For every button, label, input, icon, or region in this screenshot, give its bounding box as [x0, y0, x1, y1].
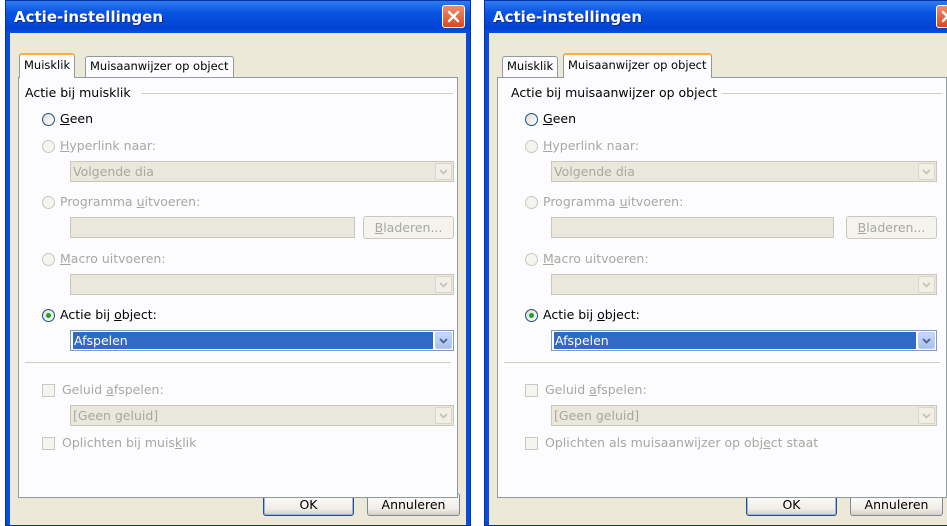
- close-button[interactable]: [442, 5, 465, 28]
- tab-label: Muisaanwijzer op object: [568, 58, 707, 72]
- object-action-value: Afspelen: [73, 332, 433, 349]
- tab-muisklik[interactable]: Muisklik: [19, 53, 76, 78]
- dialog-title: Actie-instellingen: [493, 8, 642, 26]
- hyperlink-value: Volgende dia: [554, 164, 635, 179]
- program-input[interactable]: [70, 217, 355, 238]
- radio-macro[interactable]: [525, 253, 538, 266]
- radio-hyperlink-label[interactable]: Hyperlink naar:: [543, 138, 639, 153]
- object-action-value: Afspelen: [554, 332, 916, 349]
- sound-value: [Geen geluid]: [554, 408, 640, 423]
- sound-value: [Geen geluid]: [73, 408, 159, 423]
- object-action-dropdown[interactable]: Afspelen: [70, 330, 454, 351]
- group-divider: [141, 93, 453, 94]
- separator: [504, 362, 940, 366]
- radio-none[interactable]: [525, 113, 538, 126]
- dropdown-button[interactable]: [435, 407, 452, 424]
- hyperlink-value: Volgende dia: [73, 164, 154, 179]
- title-bar[interactable]: Actie-instellingen: [485, 1, 947, 33]
- play-sound-label[interactable]: Geluid afspelen:: [545, 382, 647, 397]
- tab-label: Muisaanwijzer op object: [90, 59, 229, 73]
- dialog-body: Muisklik Muisaanwijzer op object Actie b…: [10, 33, 466, 525]
- highlight-label[interactable]: Oplichten als muisaanwijzer op object st…: [545, 435, 818, 450]
- tab-panel: Actie bij muisaanwijzer op object Geen H…: [497, 77, 947, 498]
- hyperlink-dropdown[interactable]: Volgende dia: [70, 161, 454, 182]
- action-settings-dialog-mouse-click: Actie-instellingen Muisklik Muisaanwijze…: [5, 0, 471, 526]
- object-action-dropdown[interactable]: Afspelen: [551, 330, 937, 351]
- group-label: Actie bij muisklik: [25, 85, 131, 100]
- separator: [25, 362, 451, 366]
- radio-object-action-label[interactable]: Actie bij object:: [60, 307, 157, 322]
- radio-program-label[interactable]: Programma uitvoeren:: [60, 194, 200, 209]
- macro-dropdown[interactable]: [70, 274, 454, 295]
- dropdown-button[interactable]: [918, 163, 935, 180]
- radio-program[interactable]: [525, 196, 538, 209]
- radio-none[interactable]: [42, 113, 55, 126]
- dropdown-button[interactable]: [435, 276, 452, 293]
- radio-none-label[interactable]: Geen: [60, 111, 93, 126]
- highlight-checkbox[interactable]: [525, 437, 538, 450]
- radio-macro-label[interactable]: Macro uitvoeren:: [543, 251, 649, 266]
- radio-object-action-label[interactable]: Actie bij object:: [543, 307, 640, 322]
- radio-macro-label[interactable]: Macro uitvoeren:: [60, 251, 166, 266]
- group-divider: [722, 93, 942, 94]
- radio-program-label[interactable]: Programma uitvoeren:: [543, 194, 683, 209]
- dropdown-button[interactable]: [918, 332, 935, 349]
- tab-muisaanwijzer-op-object[interactable]: Muisaanwijzer op object: [563, 53, 712, 78]
- macro-dropdown[interactable]: [551, 274, 937, 295]
- radio-hyperlink[interactable]: [42, 140, 55, 153]
- tab-muisaanwijzer-op-object[interactable]: Muisaanwijzer op object: [85, 56, 234, 77]
- dropdown-button[interactable]: [918, 276, 935, 293]
- program-input[interactable]: [551, 217, 834, 238]
- dropdown-button[interactable]: [918, 407, 935, 424]
- radio-hyperlink[interactable]: [525, 140, 538, 153]
- tab-panel: Actie bij muisklik Geen Hyperlink naar: …: [18, 77, 458, 498]
- radio-macro[interactable]: [42, 253, 55, 266]
- highlight-label[interactable]: Oplichten bij muisklik: [62, 435, 196, 450]
- radio-object-action[interactable]: [42, 309, 55, 322]
- title-bar[interactable]: Actie-instellingen: [6, 1, 470, 33]
- tab-muisklik[interactable]: Muisklik: [502, 56, 559, 77]
- sound-dropdown[interactable]: [Geen geluid]: [551, 405, 937, 426]
- sound-dropdown[interactable]: [Geen geluid]: [70, 405, 454, 426]
- dialog-body: Muisklik Muisaanwijzer op object Actie b…: [489, 33, 947, 525]
- play-sound-checkbox[interactable]: [525, 384, 538, 397]
- radio-program[interactable]: [42, 196, 55, 209]
- tab-label: Muisklik: [507, 59, 554, 73]
- play-sound-checkbox[interactable]: [42, 384, 55, 397]
- highlight-checkbox[interactable]: [42, 437, 55, 450]
- group-label: Actie bij muisaanwijzer op object: [511, 85, 718, 100]
- close-button[interactable]: [936, 5, 947, 28]
- dialog-title: Actie-instellingen: [14, 8, 163, 26]
- browse-button[interactable]: Bladeren...: [846, 216, 937, 239]
- tab-label: Muisklik: [24, 58, 71, 72]
- dropdown-button[interactable]: [435, 163, 452, 180]
- browse-button[interactable]: Bladeren...: [363, 216, 454, 239]
- hyperlink-dropdown[interactable]: Volgende dia: [551, 161, 937, 182]
- radio-hyperlink-label[interactable]: Hyperlink naar:: [60, 138, 156, 153]
- radio-object-action[interactable]: [525, 309, 538, 322]
- radio-none-label[interactable]: Geen: [543, 111, 576, 126]
- dropdown-button[interactable]: [435, 332, 452, 349]
- play-sound-label[interactable]: Geluid afspelen:: [62, 382, 164, 397]
- action-settings-dialog-mouse-over: Actie-instellingen Muisklik Muisaanwijze…: [484, 0, 947, 526]
